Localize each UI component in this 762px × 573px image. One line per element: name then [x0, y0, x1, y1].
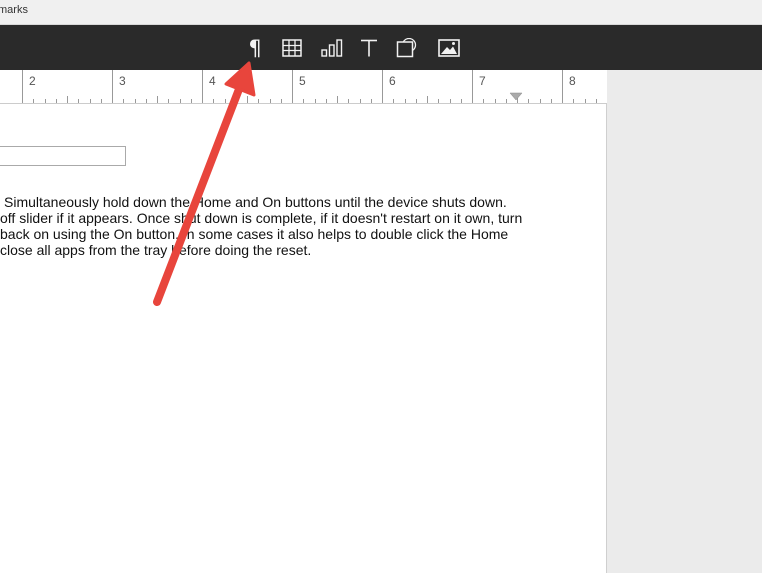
text-line: back on using the On button. In some cas…: [0, 226, 509, 242]
text-icon: [361, 39, 377, 57]
document-page[interactable]: Simultaneously hold down the Home and On…: [0, 104, 607, 573]
chart-button[interactable]: [319, 35, 345, 61]
right-indent-marker: [509, 92, 523, 101]
format-toolbar: ¶: [0, 25, 762, 70]
ruler-number: 7: [479, 74, 486, 88]
bar-chart-icon: [321, 39, 343, 57]
paragraph-button[interactable]: ¶: [242, 35, 268, 61]
body-paragraph[interactable]: Simultaneously hold down the Home and On…: [0, 194, 560, 258]
text-line: off slider if it appears. Once shut down…: [0, 210, 523, 226]
ruler-number: 4: [209, 74, 216, 88]
table-icon: [282, 39, 302, 57]
text-field[interactable]: [0, 146, 126, 166]
text-line: close all apps from the tray before doin…: [0, 242, 312, 258]
shape-icon: [396, 38, 417, 58]
ruler-number: 8: [569, 74, 576, 88]
ruler[interactable]: 2 3 4 5 6 7 8: [0, 70, 607, 104]
menu-bar: marks: [0, 0, 762, 25]
pilcrow-icon: ¶: [248, 35, 262, 60]
ruler-number: 5: [299, 74, 306, 88]
ruler-number: 3: [119, 74, 126, 88]
media-button[interactable]: [436, 35, 462, 61]
shape-button[interactable]: [394, 35, 420, 61]
text-box-button[interactable]: [356, 35, 382, 61]
menu-item-bookmarks[interactable]: marks: [0, 4, 28, 16]
table-button[interactable]: [279, 35, 305, 61]
text-line: Simultaneously hold down the Home and On…: [4, 194, 507, 210]
ruler-number: 6: [389, 74, 396, 88]
ruler-number: 2: [29, 74, 36, 88]
canvas-background: [607, 70, 762, 573]
image-icon: [438, 39, 460, 57]
